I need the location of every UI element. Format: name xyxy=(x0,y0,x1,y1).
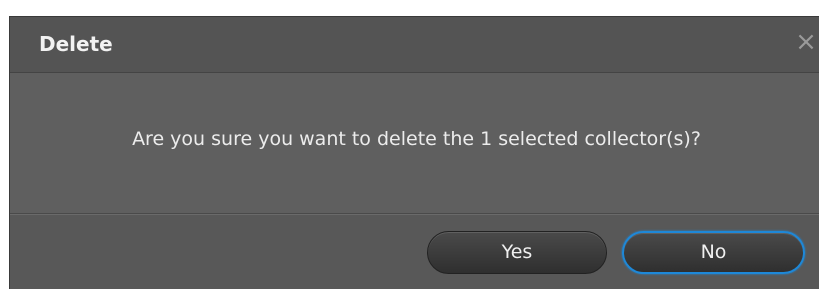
delete-dialog: Delete × Are you sure you want to delete… xyxy=(9,16,819,289)
no-button[interactable]: No xyxy=(622,231,805,274)
dialog-titlebar: Delete × xyxy=(10,17,819,73)
yes-button[interactable]: Yes xyxy=(427,231,607,274)
confirmation-message: Are you sure you want to delete the 1 se… xyxy=(132,128,701,150)
dialog-footer: Yes No xyxy=(10,214,819,289)
close-icon[interactable]: × xyxy=(795,29,817,55)
dialog-content: Are you sure you want to delete the 1 se… xyxy=(10,73,819,214)
dialog-title: Delete xyxy=(39,32,113,56)
